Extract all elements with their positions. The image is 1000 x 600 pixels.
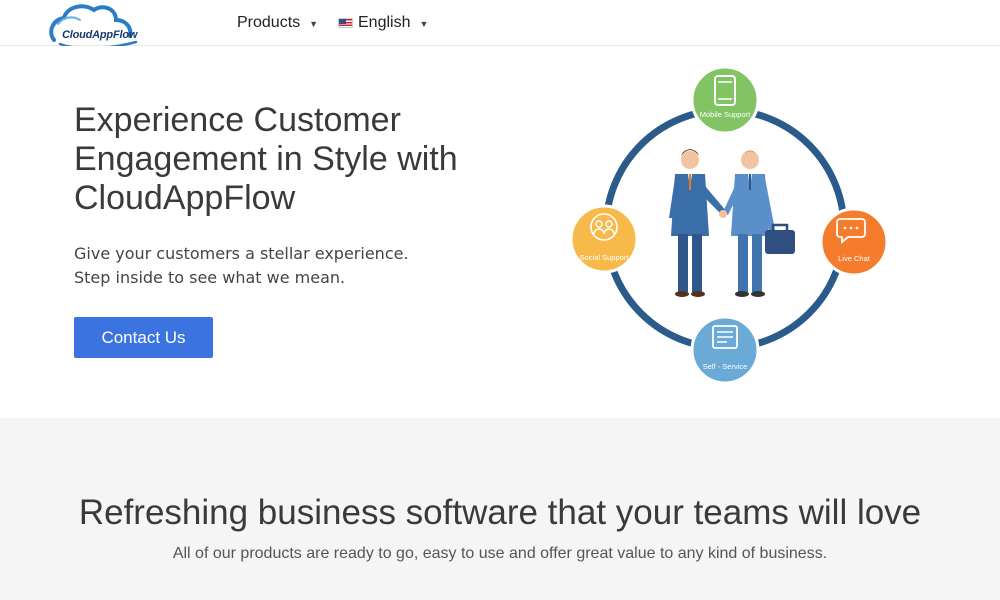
live-chat-badge: Live Chat [819, 207, 889, 277]
self-service-label: Self - Service [703, 362, 748, 371]
cloudappflow-logo[interactable]: CloudAppFlow [46, 2, 146, 52]
us-flag-icon [338, 18, 353, 28]
nav-products-label: Products [237, 14, 301, 31]
briefcase-icon [765, 230, 795, 254]
features-title: Refreshing business software that your t… [78, 493, 922, 532]
top-navbar: CloudAppFlow Products ▼ English ▼ [0, 0, 1000, 50]
logo-text: CloudAppFlow [62, 29, 138, 41]
businessmen-handshake-illustration [669, 149, 795, 297]
self-service-badge: Self - Service [690, 315, 760, 385]
hero-section: Experience Customer Engagement in Style … [0, 46, 1000, 418]
hero-subtitle-line-2: Step inside to see what we mean. [74, 268, 346, 287]
engagement-diagram: Mobile Support Live Chat Self - Service [569, 65, 889, 385]
cloud-logo-icon [49, 4, 138, 50]
caret-down-icon: ▼ [309, 19, 319, 29]
language-selector[interactable]: English ▼ [338, 12, 428, 34]
mobile-support-badge: Mobile Support [690, 65, 760, 135]
social-support-badge: Social Support [569, 204, 639, 274]
customer-engagement-illustration: Mobile Support Live Chat Self - Service [560, 64, 900, 386]
features-section: Refreshing business software that your t… [0, 418, 1000, 600]
social-support-label: Social Support [580, 253, 630, 262]
hero-subtitle-line-1: Give your customers a stellar experience… [74, 244, 409, 263]
hero-subtitle: Give your customers a stellar experience… [74, 242, 409, 290]
mobile-support-label: Mobile Support [700, 110, 751, 119]
contact-us-button[interactable]: Contact Us [74, 317, 213, 358]
nav-products-dropdown[interactable]: Products ▼ [237, 12, 318, 34]
live-chat-label: Live Chat [838, 254, 871, 263]
features-subtitle: All of our products are ready to go, eas… [172, 545, 828, 562]
hero-title: Experience Customer Engagement in Style … [74, 101, 458, 217]
caret-down-icon: ▼ [419, 19, 429, 29]
language-label: English [358, 14, 411, 31]
